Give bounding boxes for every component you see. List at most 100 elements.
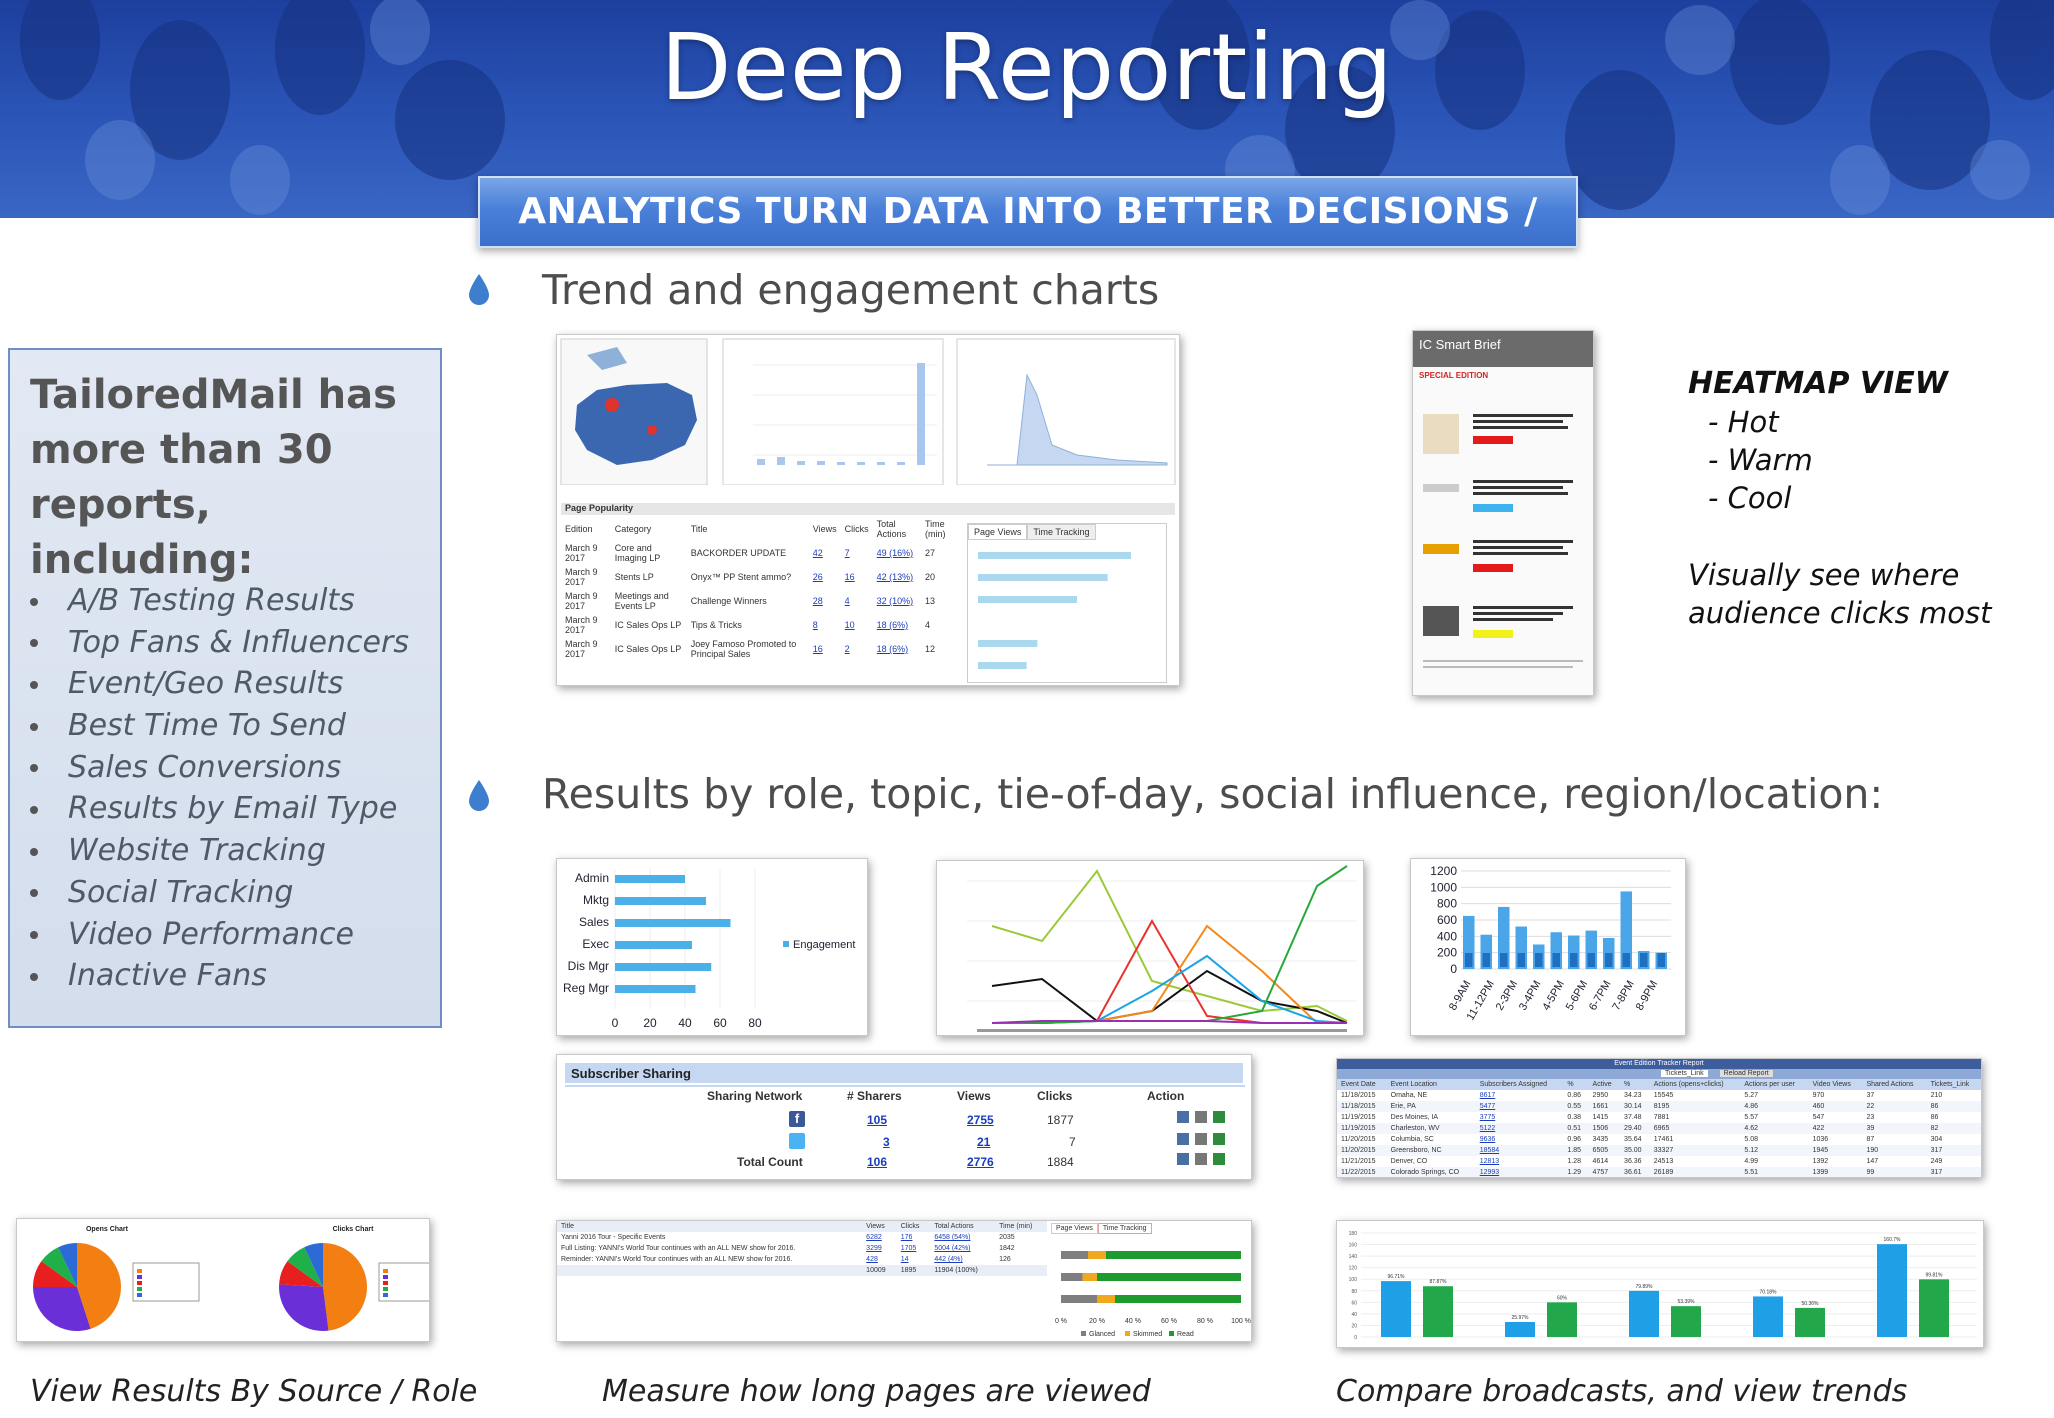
views-link[interactable]: 28 <box>809 589 841 613</box>
role-bar <box>615 919 731 927</box>
role-label: Mktg <box>583 893 609 907</box>
data-label: 70.18% <box>1760 1289 1778 1295</box>
bullet-drop-icon <box>469 780 489 811</box>
views-link[interactable]: 42 <box>809 541 841 565</box>
action-icons[interactable] <box>1177 1111 1237 1175</box>
compare-bar <box>1877 1244 1907 1337</box>
list-item: Sales Conversions <box>30 747 409 789</box>
data-label: 160.7% <box>1884 1237 1902 1243</box>
time-tracking-table: Title Views Clicks Total Actions Time (min) … <box>557 1221 1047 1276</box>
y-tick-label: 160 <box>1349 1243 1358 1249</box>
legend-label: Engagement <box>793 939 855 951</box>
compare-bar <box>1423 1286 1453 1337</box>
heatmap-level-warm: - Warm <box>1708 443 1813 477</box>
actions-link[interactable]: 18 (6%) <box>873 613 921 637</box>
time-bar-secondary <box>1552 953 1560 967</box>
role-bar <box>615 875 685 883</box>
actions-link[interactable]: 32 (10%) <box>873 589 921 613</box>
clicks-link[interactable]: 16 <box>841 565 873 589</box>
select-tickets[interactable]: Tickets_Link <box>1661 1070 1708 1077</box>
data-label: 53.39% <box>1678 1299 1696 1305</box>
tab-time-tracking[interactable]: Time Tracking <box>1097 1223 1152 1234</box>
y-tick-label: 180 <box>1349 1231 1358 1237</box>
pie-title: Opens Chart <box>86 1226 129 1233</box>
data-label: 79.89% <box>1636 1284 1654 1290</box>
x-tick-label: 2-3PM <box>1494 979 1521 1013</box>
role-label: Reg Mgr <box>563 981 609 995</box>
list-item: Website Tracking <box>30 830 409 872</box>
table-row: 11/18/2015 Erie, PA 5477 0.55 1661 30.14 8195 4… <box>1337 1101 1981 1112</box>
subscriber-sharing-report: Subscriber Sharing Sharing Network # Sha… <box>556 1054 1252 1180</box>
data-label: 50.36% <box>1802 1301 1820 1307</box>
event-tracker-title: Event Edition Tracker Report <box>1337 1059 1981 1069</box>
legend-swatch <box>383 1269 388 1273</box>
x-tick-label: 80 <box>748 1016 762 1030</box>
x-tick-label: 4-5PM <box>1540 979 1567 1013</box>
tab-page-views[interactable]: Page Views <box>1051 1223 1098 1234</box>
x-tick-label: 0 <box>612 1016 619 1030</box>
time-bar-secondary <box>1517 953 1525 967</box>
page-views-bar <box>978 640 1038 647</box>
heading-trend: Trend and engagement charts <box>542 266 1160 314</box>
compare-chart-svg: 0 20 40 60 80 100 120 140 160 180 96.71% 87.87% 25.9… <box>1349 1231 1977 1341</box>
time-chart-svg: 1200100080060040020008-9AM11-12PM2-3PM3-… <box>1430 864 1671 1022</box>
tab-page-views[interactable]: Page Views <box>968 524 1028 540</box>
role-bar <box>615 897 706 905</box>
list-item: A/B Testing Results <box>30 580 409 622</box>
page-views-bars <box>978 552 1131 669</box>
pie-charts-svg: Opens Chart Clicks Chart <box>33 1226 429 1331</box>
views-link[interactable]: 26 <box>809 565 841 589</box>
legend-swatch <box>383 1281 388 1285</box>
actions-link[interactable]: 49 (16%) <box>873 541 921 565</box>
clicks-link[interactable]: 4 <box>841 589 873 613</box>
legend-swatch <box>137 1281 142 1285</box>
heatmap-title: HEATMAP VIEW <box>1688 366 1948 401</box>
table-row: Yanni 2016 Tour - Specific Events 6282 176… <box>561 1234 1015 1241</box>
compare-bar <box>1629 1290 1659 1337</box>
legend-swatch <box>1169 1331 1174 1336</box>
time-bar-secondary <box>1535 953 1543 967</box>
time-bar-secondary <box>1500 953 1508 967</box>
clicks-link[interactable]: 10 <box>841 613 873 637</box>
data-label: 96.71% <box>1388 1274 1406 1280</box>
views-link[interactable]: 16 <box>809 637 841 661</box>
list-item: Top Fans & Influencers <box>30 622 409 664</box>
x-tick-label: 100 % <box>1231 1318 1251 1325</box>
x-tick-label: 6-7PM <box>1587 979 1614 1013</box>
pie-slice <box>279 1284 329 1331</box>
data-label: 99.81% <box>1926 1272 1944 1278</box>
clicks-link[interactable]: 2 <box>841 637 873 661</box>
compare-bar <box>1919 1279 1949 1337</box>
time-segment <box>1061 1251 1088 1259</box>
smartbrief-logo: IC Smart Brief <box>1413 331 1593 367</box>
tab-time-tracking[interactable]: Time Tracking <box>1027 524 1096 540</box>
caption-source-role: View Results By Source / Role <box>30 1374 478 1409</box>
compare-bar <box>1753 1296 1783 1337</box>
pie-slice <box>323 1243 368 1331</box>
time-bar-secondary <box>1657 953 1665 967</box>
compare-bar <box>1547 1302 1577 1337</box>
y-tick-label: 0 <box>1354 1335 1357 1341</box>
data-label: 25.97% <box>1512 1315 1530 1321</box>
table-row: March 9 2017 IC Sales Ops LP Tips & Tricks… <box>565 613 931 637</box>
table-row: March 9 2017 Stents LP Onyx™ PP Stent ammo… <box>565 565 936 589</box>
dashboard-screenshot: Page Popularity Edition Category Title View… <box>556 334 1180 686</box>
actions-link[interactable]: 42 (13%) <box>873 565 921 589</box>
table-header-row: Event Date Event Location Subscribers Assi… <box>1337 1079 1981 1090</box>
time-bar-secondary <box>1587 953 1595 967</box>
topic-line-chart <box>936 860 1364 1036</box>
clicks-link[interactable]: 7 <box>841 541 873 565</box>
edition-label: SPECIAL EDITION <box>1419 371 1489 380</box>
reload-report-button[interactable]: Reload Report <box>1719 1070 1773 1077</box>
x-tick-label: 80 % <box>1197 1318 1213 1325</box>
pie-legend <box>132 1262 200 1302</box>
page-views-bar <box>978 552 1131 559</box>
table-row: 11/19/2015 Des Moines, IA 3775 0.38 1415 37.4… <box>1341 1114 1939 1121</box>
x-tick-label: 20 <box>643 1016 657 1030</box>
table-header-row: Edition Category Title Views Clicks Total Act… <box>565 519 946 539</box>
actions-link[interactable]: 18 (6%) <box>873 637 921 661</box>
views-link[interactable]: 8 <box>809 613 841 637</box>
role-bar <box>615 963 712 971</box>
time-bar-secondary <box>1640 953 1648 967</box>
legend-swatch <box>383 1287 388 1291</box>
